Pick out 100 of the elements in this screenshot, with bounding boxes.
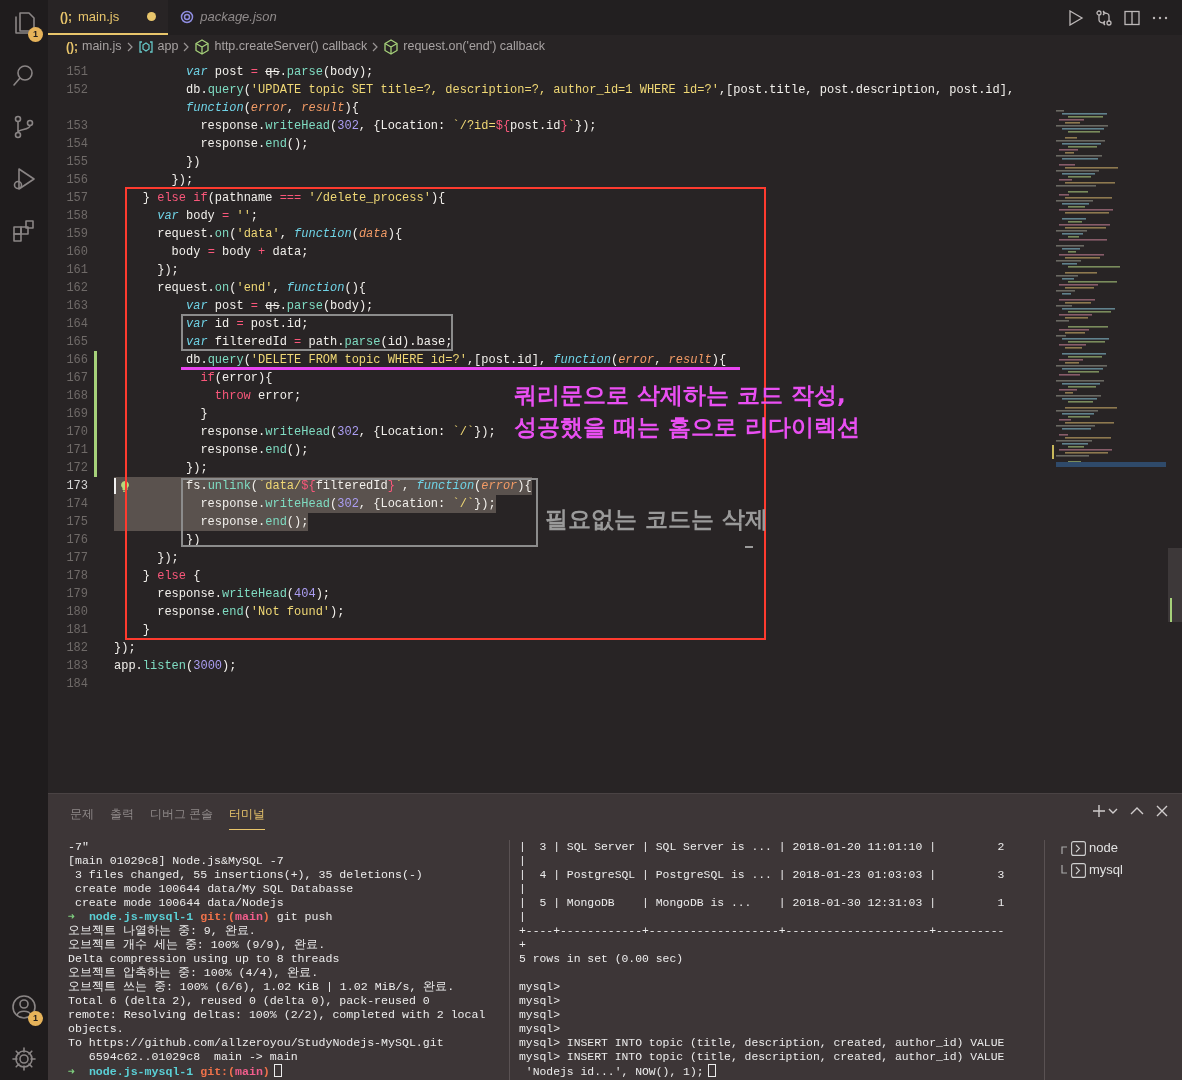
line-number: 162 [65, 280, 88, 297]
package-icon [180, 9, 195, 24]
terminal-line: mysql> [519, 1023, 560, 1035]
close-icon[interactable] [1156, 805, 1168, 817]
add-terminal-icon[interactable] [1092, 804, 1106, 818]
terminal-line: | [519, 855, 526, 867]
line-number: 172 [65, 460, 88, 477]
panel-tab[interactable]: 터미널 [229, 800, 266, 830]
code-line: request.on('data', function(data){ [156, 226, 403, 243]
terminal-line: 오브젝트 개수 세는 중: 100% (9/9), 완료. [68, 938, 326, 951]
code-line: response.writeHead(404); [156, 586, 331, 603]
terminal-line: objects. [68, 1022, 124, 1035]
code-line: if(error){ [199, 370, 273, 387]
split-editor-icon[interactable] [1124, 9, 1140, 26]
extensions-icon[interactable] [11, 218, 37, 244]
line-number: 182 [65, 640, 88, 657]
lightbulb-icon[interactable] [119, 480, 131, 492]
code-line: response.end(); [199, 442, 309, 459]
panel-tab[interactable]: 출력 [110, 800, 134, 830]
chevron-right-icon [371, 41, 380, 52]
terminal-line: ➜ node.js-mysql-1 git:(main) [68, 1065, 270, 1078]
code-line: }); [185, 460, 208, 477]
line-number: 175 [65, 514, 88, 531]
run-debug-icon[interactable] [11, 166, 37, 192]
cube-icon [194, 38, 211, 55]
editor-tab[interactable]: (); main.js [48, 0, 169, 35]
terminal-icon [1071, 862, 1086, 878]
terminal-line: +----+------------+-------------------+---------------------+---------- [519, 925, 1005, 937]
compare-changes-icon[interactable] [1096, 9, 1112, 26]
line-number: 159 [65, 226, 88, 243]
code-line: response.writeHead(302, {Location: `/`}); [199, 424, 496, 441]
line-number: 151 [65, 64, 88, 81]
line-number: 166 [65, 352, 88, 369]
code-line: body = body + data; [170, 244, 309, 261]
chevron-down-icon[interactable] [1108, 808, 1118, 814]
line-number: 155 [65, 154, 88, 171]
terminal-session[interactable]: mysql [1089, 860, 1123, 880]
line-number: 154 [65, 136, 88, 153]
breadcrumb-item[interactable]: request.on('end') callback [403, 37, 545, 56]
line-number: 153 [65, 118, 88, 135]
terminal-line: To https://github.com/allzeroyou/StudyNodejs-MySQL.git [68, 1036, 444, 1049]
terminal-line: 오브젝트 쓰는 중: 100% (6/6), 1.02 KiB | 1.02 MiB/s, 완료. [68, 980, 455, 993]
line-number: 158 [65, 208, 88, 225]
tree-line [1059, 863, 1068, 877]
code-line: } else if(pathname === '/delete_process'){ [141, 190, 446, 207]
line-number: 173 [65, 478, 88, 495]
code-line: app.listen(3000); [114, 658, 237, 675]
code-line: db.query('DELETE FROM topic WHERE id=?',[post.id], function(error, result){ [185, 352, 727, 369]
line-number: 160 [65, 244, 88, 261]
terminal-line: + [519, 939, 526, 951]
chevron-right-icon [182, 41, 191, 52]
terminal-line: 오브젝트 압축하는 중: 100% (4/4), 완료. [68, 966, 319, 979]
terminal-line: ➜ node.js-mysql-1 git:(main) git push [68, 910, 333, 923]
line-number: 161 [65, 262, 88, 279]
code-line: var post = qs.parse(body); [185, 298, 374, 315]
scrollbar-thumb[interactable] [1168, 548, 1182, 622]
terminal-line: mysql> INSERT INTO topic (title, description, created, author_id) VALUE [519, 1051, 1005, 1063]
line-number: 167 [65, 370, 88, 387]
line-number: 180 [65, 604, 88, 621]
line-number: 177 [65, 550, 88, 567]
chevron-up-icon[interactable] [1130, 807, 1144, 815]
panel-tab[interactable]: 디버그 콘솔 [150, 800, 214, 830]
code-line: var filteredId = path.parse(id).base; [185, 334, 453, 351]
code-line: }) [185, 154, 201, 171]
panel-tab[interactable]: 문제 [70, 800, 94, 830]
terminal-line: | 4 | PostgreSQL | PostgreSQL is ... | 2018-01-23 01:03:03 | 3 [519, 869, 1005, 881]
line-number: 156 [65, 172, 88, 189]
terminal-line: create mode 100644 data/Nodejs [73, 896, 284, 909]
terminal-session[interactable]: node [1089, 838, 1118, 858]
file-type-icon: (); [66, 37, 78, 56]
code-line: }); [114, 640, 136, 657]
terminal-line: 6594c62..01029c8 main -> main [87, 1050, 298, 1063]
terminal-line: | 5 | MongoDB | MongoDB is ... | 2018-01-30 12:31:03 | 1 [519, 897, 1005, 909]
code-line: var post = qs.parse(body); [185, 64, 374, 81]
line-number: 183 [65, 658, 88, 675]
variable-icon [137, 38, 154, 55]
terminal-line: | 3 | SQL Server | SQL Server is ... | 2018-01-20 11:01:10 | 2 [519, 841, 1005, 853]
settings-icon[interactable] [11, 1046, 37, 1072]
terminal-line: -7" [68, 840, 89, 853]
account-icon[interactable] [11, 994, 37, 1020]
code-line: var id = post.id; [185, 316, 309, 333]
terminal-line: mysql> [519, 1009, 560, 1021]
breadcrumb-item[interactable]: http.createServer() callback [214, 37, 368, 56]
terminal-line: 오브젝트 나열하는 중: 9, 완료. [68, 924, 256, 937]
line-number: 176 [65, 532, 88, 549]
terminal-line: Delta compression using up to 8 threads [68, 952, 340, 965]
code-line: } [199, 406, 208, 423]
terminal-line: 5 rows in set (0.00 sec) [519, 953, 684, 965]
notification-badge: 1 [28, 1011, 43, 1026]
line-number: 181 [65, 622, 88, 639]
line-number: 179 [65, 586, 88, 603]
terminal-line: mysql> [519, 981, 560, 993]
breadcrumb-item[interactable]: app [157, 37, 179, 56]
run-icon[interactable] [1068, 9, 1084, 26]
terminal-line: Total 6 (delta 2), reused 0 (delta 0), pack-reused 0 [68, 994, 430, 1007]
line-number: 178 [65, 568, 88, 585]
code-line: throw error; [213, 388, 302, 405]
code-line: request.on('end', function(){ [156, 280, 367, 297]
editor-tab[interactable]: package.json [168, 0, 289, 35]
breadcrumb-item[interactable]: main.js [82, 37, 122, 56]
